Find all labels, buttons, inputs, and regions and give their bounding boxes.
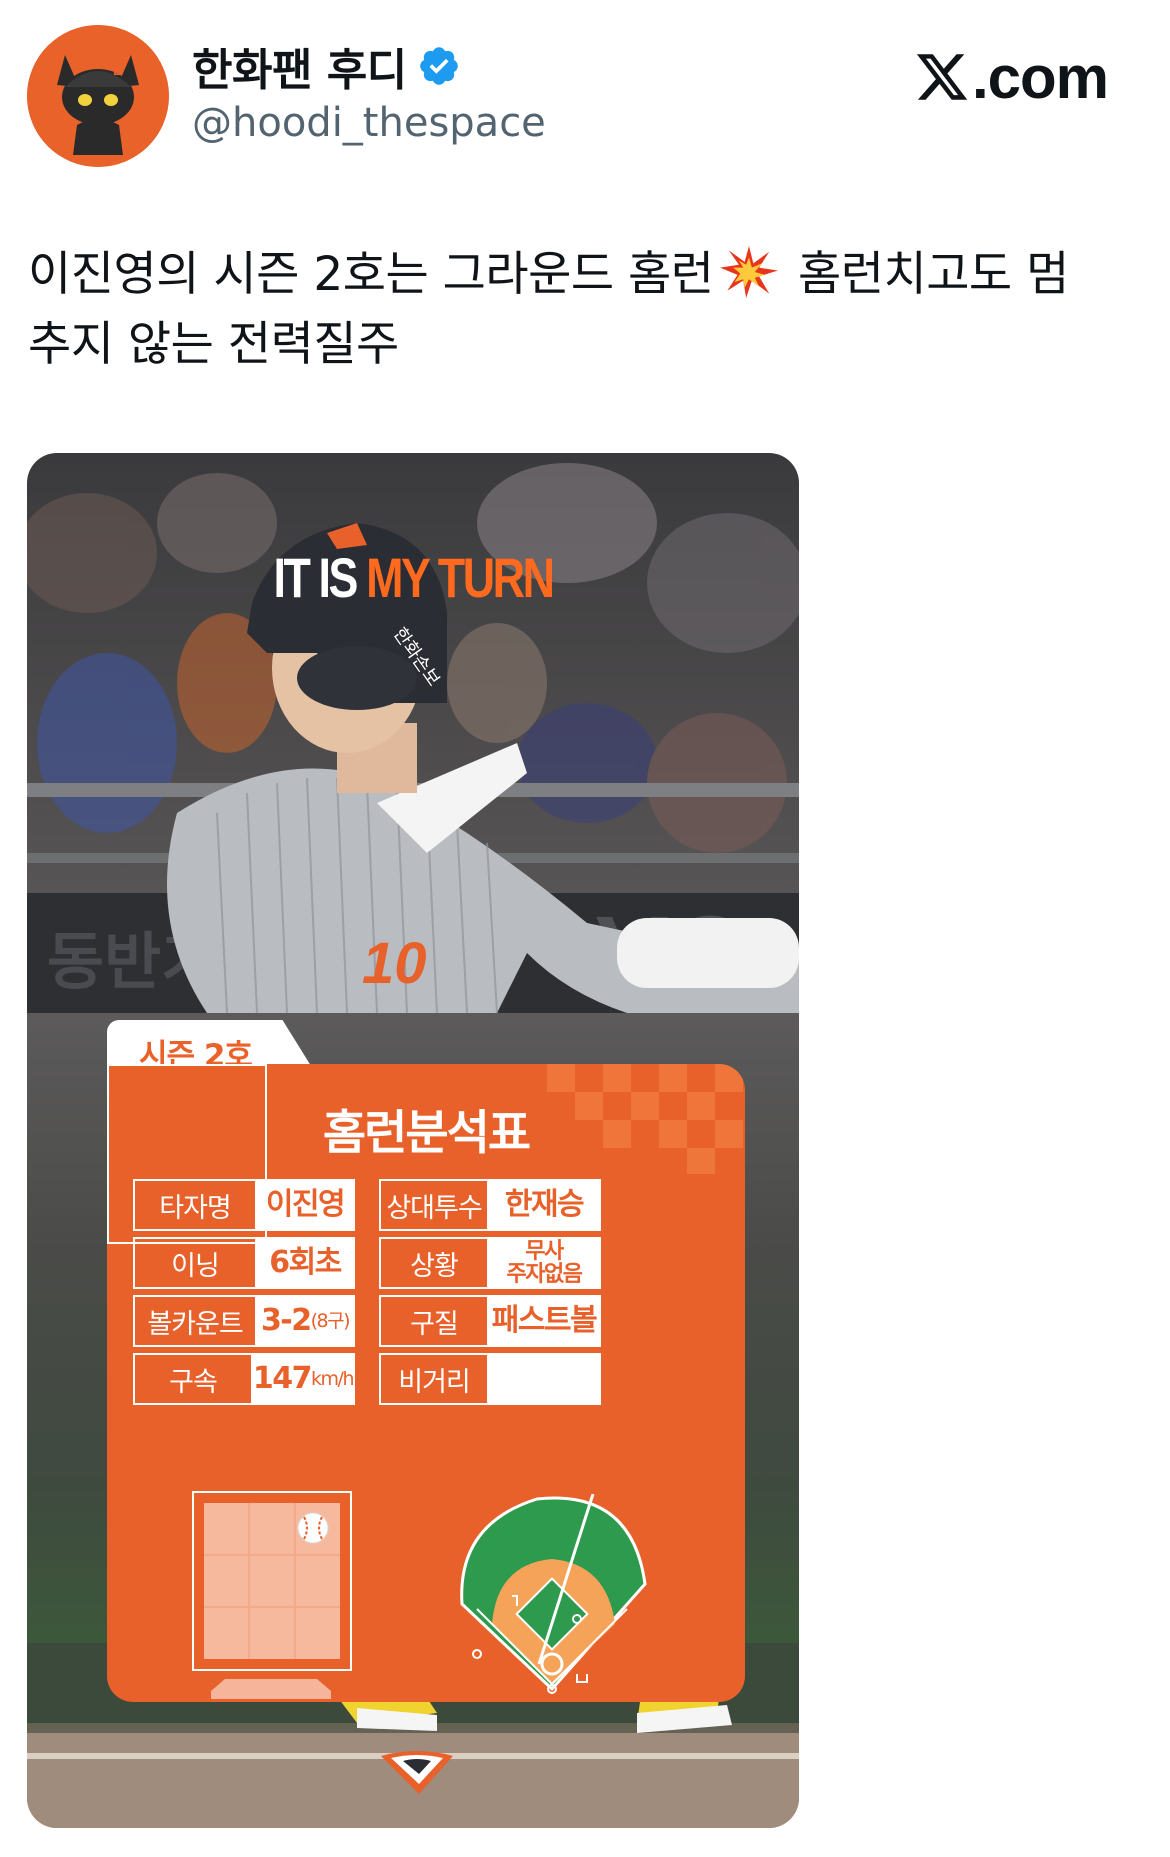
tweet-text: 이진영의 시즌 2호는 그라운드 홈런 홈런치고도 멈 추지 않는 전력질주 xyxy=(28,240,1148,380)
stat-value: 무사 주자없음 xyxy=(489,1239,599,1287)
stat-label: 이닝 xyxy=(135,1239,257,1287)
stat-label: 상황 xyxy=(381,1239,489,1287)
homerun-analysis-panel: 홈런분석표 타자명 이진영 이닝 6회초 볼카운트 3-2 (8구) 구속 147… xyxy=(107,1064,745,1702)
stat-value: 패스트볼 xyxy=(489,1297,599,1345)
stat-value: 3-2 (8구) xyxy=(257,1297,353,1345)
stat-label: 구질 xyxy=(381,1297,489,1345)
collision-emoji-icon xyxy=(719,246,778,298)
stat-pitch-speed: 구속 147 km/h xyxy=(133,1353,355,1405)
stat-pitch-type: 구질 패스트볼 xyxy=(379,1295,601,1347)
stat-value: 6회초 xyxy=(257,1239,353,1287)
home-plate-icon xyxy=(211,1679,331,1699)
eagles-logo-icon xyxy=(381,1751,453,1794)
ball-count-pitches: (8구) xyxy=(310,1310,351,1332)
headline-white: IT IS xyxy=(273,546,367,609)
svg-text:E: E xyxy=(113,62,122,78)
baseball-icon xyxy=(297,1512,329,1544)
stat-label: 상대투수 xyxy=(381,1181,489,1229)
author-handle[interactable]: @hoodi_thespace xyxy=(192,100,546,146)
tweet-text-part: 추지 않는 전력질주 xyxy=(28,317,399,372)
stat-value xyxy=(489,1355,599,1403)
avatar-cat-icon: E xyxy=(27,25,169,167)
site-logo: .com xyxy=(914,42,1109,112)
stat-inning: 이닝 6회초 xyxy=(133,1237,355,1289)
graphic-headline: IT IS MY TURN xyxy=(104,545,722,610)
situation-line2: 주자없음 xyxy=(506,1262,583,1287)
stat-label: 구속 xyxy=(135,1355,253,1403)
avatar[interactable]: E xyxy=(27,25,169,167)
speed-unit: km/h xyxy=(311,1368,354,1390)
display-name[interactable]: 한화팬 후디 xyxy=(192,34,407,98)
stat-ball-count: 볼카운트 3-2 (8구) xyxy=(133,1295,355,1347)
stat-label: 볼카운트 xyxy=(135,1297,257,1345)
tweet-text-part: 이진영의 시즌 2호는 그라운드 홈런 xyxy=(28,247,714,302)
author-row: 한화팬 후디 xyxy=(192,38,461,96)
x-logo-icon xyxy=(916,54,968,100)
strike-zone xyxy=(192,1491,352,1671)
stat-opposing-pitcher: 상대투수 한재승 xyxy=(379,1179,601,1231)
stat-label: 비거리 xyxy=(381,1355,489,1403)
tweet-text-part: 홈런치고도 멈 xyxy=(783,247,1069,302)
headline-orange: MY TURN xyxy=(366,546,555,609)
tweet-media-image[interactable]: 동반기업 YO 10 한화손보 IT IS MY TURN xyxy=(27,453,799,1828)
site-domain: .com xyxy=(971,43,1109,111)
stat-distance: 비거리 xyxy=(379,1353,601,1405)
speed-value: 147 xyxy=(252,1361,313,1396)
stat-situation: 상황 무사 주자없음 xyxy=(379,1237,601,1289)
ball-count-value: 3-2 xyxy=(260,1303,312,1338)
stat-value: 이진영 xyxy=(257,1181,353,1229)
stat-value: 한재승 xyxy=(489,1181,599,1229)
verified-badge-icon xyxy=(419,47,458,85)
stat-value: 147 km/h xyxy=(252,1355,354,1403)
baseball-field-diagram xyxy=(460,1494,647,1694)
situation-line1: 무사 xyxy=(525,1239,564,1264)
svg-text:10: 10 xyxy=(362,931,427,996)
